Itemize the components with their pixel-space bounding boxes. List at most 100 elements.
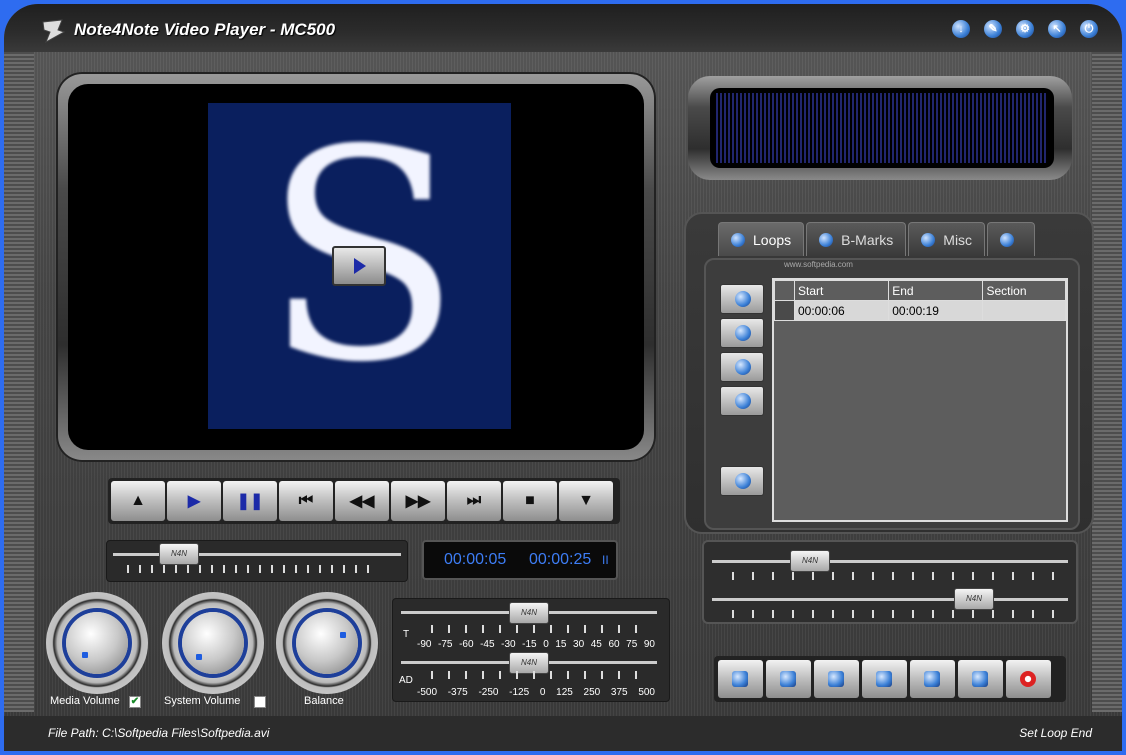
tab-icon xyxy=(731,232,745,247)
status-message: Set Loop End xyxy=(1019,726,1092,740)
column-header[interactable]: Section xyxy=(982,280,1066,301)
tab-info[interactable] xyxy=(987,222,1036,256)
scale-label: -45 xyxy=(480,639,495,650)
scale-label: 500 xyxy=(638,687,655,698)
seek-slider[interactable]: N4N xyxy=(106,540,408,582)
pointer-icon[interactable]: ↖ xyxy=(1048,20,1066,38)
scale-label: -15 xyxy=(522,639,537,650)
scale-label: 60 xyxy=(608,639,620,650)
tab-loops[interactable]: Loops xyxy=(718,222,805,256)
palette-icon[interactable] xyxy=(718,660,763,698)
watermark: www.softpedia.com xyxy=(784,260,853,269)
stop-button[interactable]: ■ xyxy=(503,481,557,521)
seek-slider-thumb[interactable]: N4N xyxy=(159,543,199,565)
download-icon[interactable]: ↓ xyxy=(952,20,970,38)
column-header[interactable]: Start xyxy=(793,280,890,301)
save-icon[interactable] xyxy=(814,660,859,698)
loop-start-slider-thumb[interactable]: N4N xyxy=(790,550,830,572)
media-volume-label: Media Volume xyxy=(50,695,120,707)
loops-table[interactable]: Start End Section 00:00:06 00:00:19 xyxy=(772,278,1068,522)
scale-label: -500 xyxy=(417,687,438,698)
right-grip xyxy=(1092,52,1122,712)
tab-label: Loops xyxy=(753,231,792,248)
pause-button[interactable]: ❚❚ xyxy=(223,481,277,521)
scale-label: 375 xyxy=(610,687,628,698)
cell-start: 00:00:06 xyxy=(793,300,890,321)
skip-start-button[interactable]: ⏮ xyxy=(279,481,333,521)
lcd-visualizer xyxy=(710,88,1054,168)
delete-loop-button[interactable] xyxy=(720,318,764,348)
lcd-frame xyxy=(688,76,1072,180)
total-time: 00:00:25 xyxy=(529,551,592,568)
scale-label: -75 xyxy=(438,639,453,650)
ad-scale: -500 -375 -250 -125 0 125 250 375 500 xyxy=(417,687,655,698)
tab-misc[interactable]: Misc xyxy=(908,222,986,256)
file-path: File Path: C:\Softpedia Files\Softpedia.… xyxy=(48,726,270,740)
open-icon[interactable] xyxy=(862,660,907,698)
options-icon[interactable] xyxy=(910,660,955,698)
set-loop-end-button[interactable] xyxy=(720,386,764,416)
scale-label: 75 xyxy=(626,639,638,650)
player-body: Note4Note Video Player - MC500 ↓ ✎ ⚙ ↖ ⏻… xyxy=(4,4,1122,751)
table-row[interactable]: 00:00:06 00:00:19 xyxy=(774,300,1066,321)
play-button[interactable]: ▶ xyxy=(167,481,221,521)
scale-label: 30 xyxy=(573,639,585,650)
bottom-toolbar xyxy=(714,656,1066,702)
tab-bmarks[interactable]: B-Marks xyxy=(806,222,907,256)
scale-label: -60 xyxy=(459,639,474,650)
skip-end-button[interactable]: ⏭ xyxy=(447,481,501,521)
window-title: Note4Note Video Player - MC500 xyxy=(74,20,336,39)
app-logo-icon xyxy=(42,19,66,44)
overlay-play-button[interactable] xyxy=(332,246,386,286)
video-screen[interactable]: S xyxy=(68,84,644,450)
tab-label: Misc xyxy=(943,231,973,248)
settings-icon[interactable]: ⚙ xyxy=(1016,20,1034,38)
tempo-slider-thumb[interactable]: N4N xyxy=(509,602,549,624)
scale-label: -125 xyxy=(509,687,530,698)
current-time: 00:00:05 xyxy=(444,551,507,568)
pause-state-icon: II xyxy=(602,553,609,567)
statusbar: File Path: C:\Softpedia Files\Softpedia.… xyxy=(4,716,1122,751)
titlebar[interactable]: Note4Note Video Player - MC500 ↓ ✎ ⚙ ↖ ⏻ xyxy=(4,4,1122,52)
scale-label: -375 xyxy=(447,687,468,698)
set-loop-start-button[interactable] xyxy=(720,352,764,382)
add-loop-button[interactable] xyxy=(720,284,764,314)
record-icon[interactable] xyxy=(1006,660,1051,698)
left-grip xyxy=(4,52,34,712)
system-volume-knob[interactable] xyxy=(162,592,264,694)
tempo-pitch-panel: N4N T -90 -75 -60 -45 -30 -15 0 15 30 45 60 75 90 N4… xyxy=(392,598,670,702)
tab-icon xyxy=(921,232,936,247)
monitor-icon[interactable] xyxy=(766,660,811,698)
balance-knob[interactable] xyxy=(276,592,378,694)
scale-label: 15 xyxy=(555,639,567,650)
balance-label: Balance xyxy=(304,695,344,707)
media-volume-checkbox[interactable]: ✔ xyxy=(129,696,141,708)
down-button[interactable]: ▼ xyxy=(559,481,613,521)
scale-label: 45 xyxy=(590,639,602,650)
cell-end: 00:00:19 xyxy=(888,300,984,321)
system-volume-checkbox[interactable] xyxy=(254,696,266,708)
rewind-button[interactable]: ◀◀ xyxy=(335,481,389,521)
system-volume-label: System Volume xyxy=(164,695,241,707)
scale-label: -30 xyxy=(501,639,516,650)
loop-range-sliders: N4N N4N xyxy=(702,540,1078,624)
fast-forward-button[interactable]: ▶▶ xyxy=(391,481,445,521)
info-icon[interactable] xyxy=(958,660,1003,698)
tempo-scale: -90 -75 -60 -45 -30 -15 0 15 30 45 60 75 90 xyxy=(417,639,655,650)
scale-label: -90 xyxy=(417,639,432,650)
tab-icon xyxy=(1000,232,1015,247)
window-frame: Note4Note Video Player - MC500 ↓ ✎ ⚙ ↖ ⏻… xyxy=(0,0,1126,755)
refresh-loops-button[interactable] xyxy=(720,466,764,496)
time-display: 00:00:05 00:00:25 II xyxy=(422,540,618,580)
scale-label: -250 xyxy=(478,687,499,698)
video-frame: S xyxy=(56,72,656,462)
eject-button[interactable]: ▲ xyxy=(111,481,165,521)
tab-icon xyxy=(819,232,834,247)
column-header[interactable]: End xyxy=(888,280,984,301)
scale-label: 125 xyxy=(556,687,573,698)
loop-end-slider-thumb[interactable]: N4N xyxy=(954,588,994,610)
edit-icon[interactable]: ✎ xyxy=(984,20,1002,38)
media-volume-knob[interactable] xyxy=(46,592,148,694)
power-icon[interactable]: ⏻ xyxy=(1080,20,1098,38)
loops-panel: Loops B-Marks Misc Start End Section 00:00:0… xyxy=(684,212,1094,534)
